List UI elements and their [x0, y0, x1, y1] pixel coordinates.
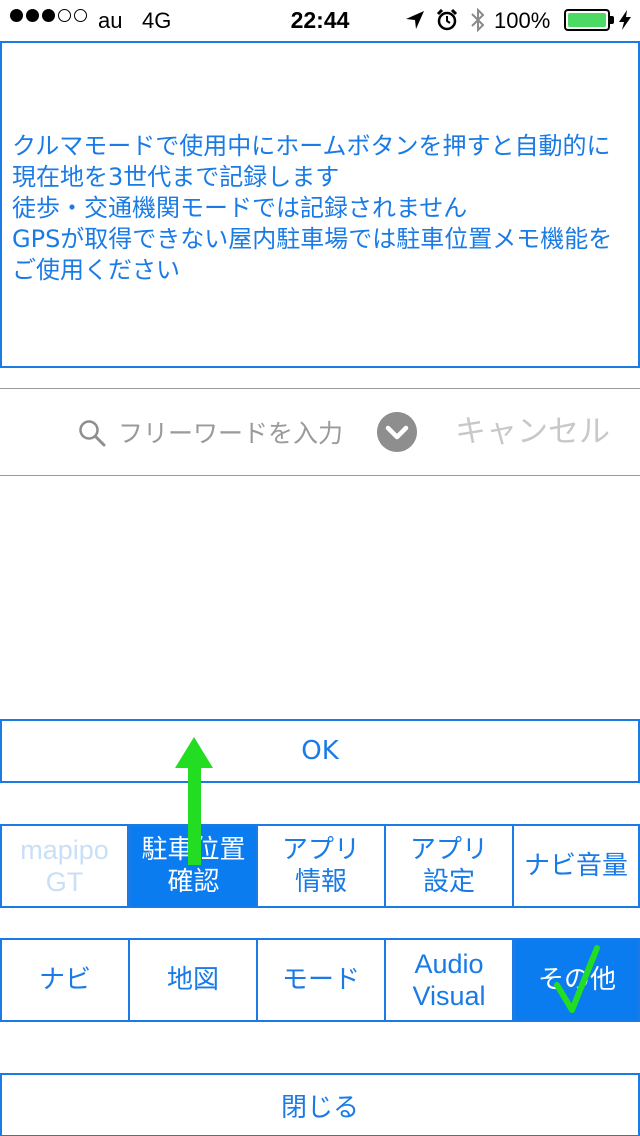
location-arrow-icon: [406, 11, 424, 29]
tab-navi-volume[interactable]: ナビ音量: [512, 824, 640, 908]
tab-navi[interactable]: ナビ: [0, 938, 130, 1022]
tab-mode[interactable]: モード: [256, 938, 386, 1022]
tab-parking-location[interactable]: 駐車位置 確認: [129, 824, 258, 908]
menu-tab-row-bottom: ナビ 地図 モード Audio Visual その他: [0, 938, 640, 1022]
charging-bolt-icon: [619, 10, 631, 30]
menu-tab-row-top: mapipo GT 駐車位置 確認 アプリ 情報 アプリ 設定 ナビ音量: [0, 824, 640, 908]
tab-mapipo-gt[interactable]: mapipo GT: [0, 824, 129, 908]
tab-app-info[interactable]: アプリ 情報: [256, 824, 386, 908]
battery-percentage: 100%: [494, 8, 551, 33]
chevron-down-icon[interactable]: [377, 412, 417, 452]
battery-icon: [564, 9, 614, 31]
info-message-box: クルマモードで使用中にホームボタンを押すと自動的に現在地を3世代まで記録します …: [0, 41, 640, 368]
tab-app-settings[interactable]: アプリ 設定: [384, 824, 514, 908]
info-message-text: クルマモードで使用中にホームボタンを押すと自動的に現在地を3世代まで記録します …: [12, 132, 613, 284]
status-bar: au 4G 22:44 100%: [0, 0, 640, 40]
close-button[interactable]: 閉じる: [0, 1073, 640, 1136]
bluetooth-icon: [471, 7, 485, 33]
alarm-clock-icon: [436, 9, 458, 31]
search-input[interactable]: [118, 413, 378, 453]
tab-map[interactable]: 地図: [128, 938, 258, 1022]
ok-button[interactable]: OK: [0, 719, 640, 783]
tab-other[interactable]: その他: [514, 938, 640, 1022]
search-icon: [79, 420, 106, 447]
cancel-button[interactable]: キャンセル: [455, 406, 610, 451]
tab-audio-visual[interactable]: Audio Visual: [384, 938, 514, 1022]
